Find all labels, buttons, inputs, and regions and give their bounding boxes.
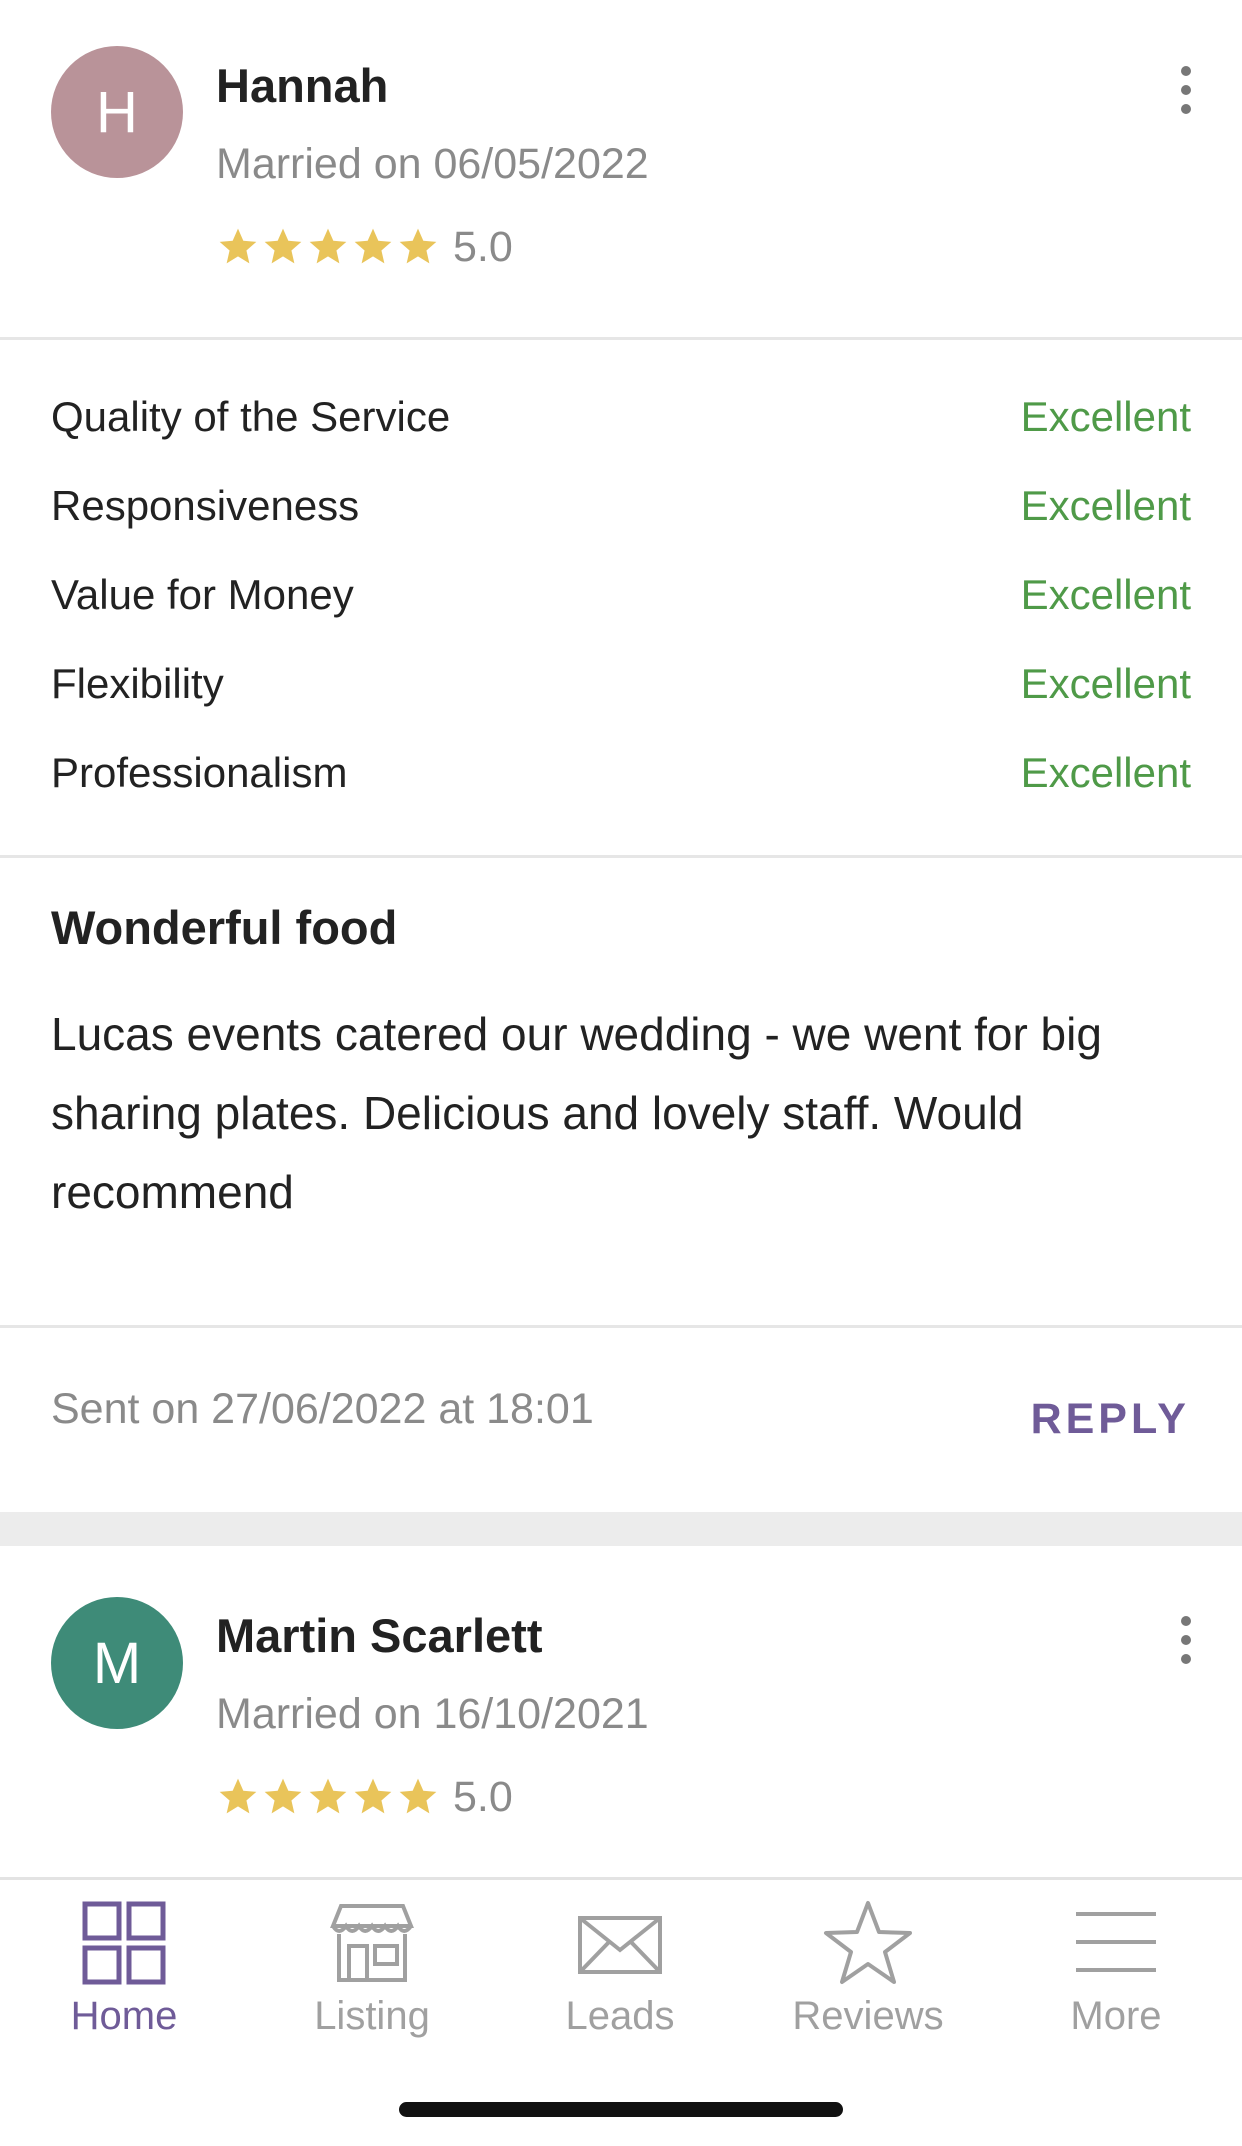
envelope-icon: [578, 1916, 662, 1974]
review-title: Wonderful food: [51, 901, 398, 954]
nav-label: More: [1070, 1994, 1162, 2038]
criteria-row: Responsiveness Excellent: [51, 476, 1191, 536]
wedding-date: Married on 16/10/2021: [216, 1690, 649, 1738]
nav-item-reviews[interactable]: Reviews: [744, 1898, 992, 2048]
more-options-icon[interactable]: [1176, 66, 1196, 114]
star-icon: [824, 1901, 912, 1984]
menu-icon: [1076, 1912, 1156, 1972]
criteria-row: Quality of the Service Excellent: [51, 387, 1191, 447]
criteria-value: Excellent: [1020, 749, 1191, 796]
nav-item-listing[interactable]: Listing: [248, 1898, 496, 2048]
storefront-icon: [330, 1904, 414, 1982]
star-icon: [309, 228, 347, 264]
criteria-value: Excellent: [1020, 571, 1191, 618]
sent-timestamp: Sent on 27/06/2022 at 18:01: [51, 1385, 594, 1433]
wedding-date: Married on 06/05/2022: [216, 140, 649, 188]
criteria-value: Excellent: [1020, 482, 1191, 529]
criteria-value: Excellent: [1020, 660, 1191, 707]
reviewer-name: Hannah: [216, 59, 389, 112]
more-options-icon[interactable]: [1176, 1616, 1196, 1664]
nav-label: Leads: [565, 1994, 675, 2038]
divider: [0, 1325, 1242, 1328]
star-rating: 5.0: [216, 222, 513, 272]
home-indicator: [399, 2102, 843, 2117]
grid-icon: [82, 1901, 166, 1985]
criteria-label: Quality of the Service: [51, 393, 451, 440]
criteria-row: Professionalism Excellent: [51, 743, 1191, 803]
star-icon: [219, 228, 257, 264]
divider: [0, 855, 1242, 858]
criteria-value: Excellent: [1020, 393, 1191, 440]
criteria-row: Flexibility Excellent: [51, 654, 1191, 714]
avatar-initial: M: [92, 1630, 142, 1696]
review-body: Lucas events catered our wedding - we we…: [51, 1008, 1102, 1218]
star-icon: [354, 228, 392, 264]
reviewer-avatar: H: [51, 46, 183, 178]
star-icon: [399, 1778, 437, 1814]
reviewer-name: Martin Scarlett: [216, 1609, 543, 1662]
criteria-row: Value for Money Excellent: [51, 565, 1191, 625]
criteria-label: Responsiveness: [51, 482, 360, 529]
star-icon: [354, 1778, 392, 1814]
nav-label: Listing: [314, 1994, 430, 2038]
star-icon: [264, 1778, 302, 1814]
nav-item-home[interactable]: Home: [0, 1898, 248, 2048]
star-icon: [264, 228, 302, 264]
star-icon: [309, 1778, 347, 1814]
avatar-initial: H: [96, 79, 138, 145]
rating-value: 5.0: [453, 222, 513, 271]
criteria-label: Value for Money: [51, 571, 354, 618]
reply-button[interactable]: REPLY: [1031, 1395, 1190, 1444]
nav-label: Reviews: [792, 1994, 944, 2038]
criteria-label: Flexibility: [51, 660, 224, 707]
reviewer-avatar: M: [51, 1597, 183, 1729]
star-icon: [219, 1778, 257, 1814]
star-rating: 5.0: [216, 1772, 513, 1822]
rating-value: 5.0: [453, 1772, 513, 1821]
nav-item-more[interactable]: More: [992, 1898, 1240, 2048]
nav-item-leads[interactable]: Leads: [496, 1898, 744, 2048]
criteria-label: Professionalism: [51, 749, 348, 796]
star-icon: [399, 228, 437, 264]
nav-label: Home: [70, 1994, 178, 2038]
section-separator: [0, 1512, 1242, 1546]
divider: [0, 337, 1242, 340]
